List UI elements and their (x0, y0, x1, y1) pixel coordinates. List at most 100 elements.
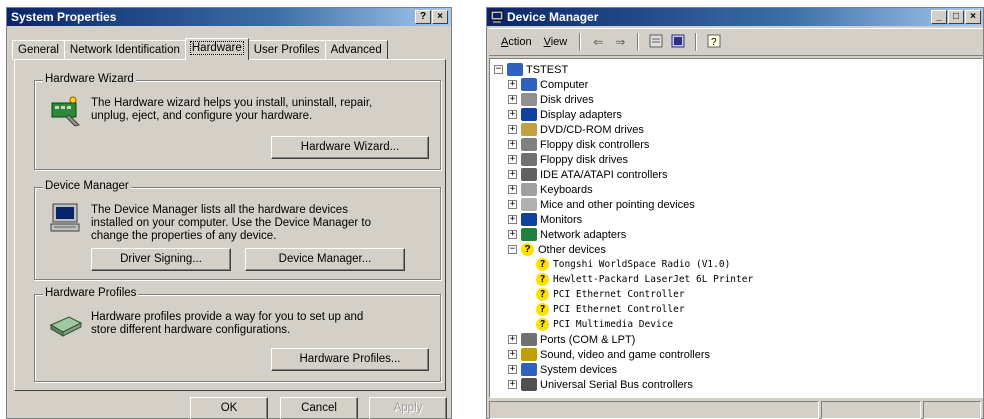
svg-text:?: ? (711, 37, 717, 48)
expand-icon[interactable]: + (508, 155, 517, 164)
tree-child-label: Tongshi WorldSpace Radio (V1.0) (553, 259, 731, 270)
system-properties-titlebar[interactable]: System Properties ? × (7, 8, 451, 26)
tree-item-sound[interactable]: + Sound, video and game controllers (508, 347, 753, 362)
expand-icon[interactable]: + (508, 110, 517, 119)
expand-icon[interactable]: + (508, 230, 517, 239)
tree-item-usb[interactable]: + Universal Serial Bus controllers (508, 377, 753, 392)
tree-item-computer[interactable]: + Computer (508, 77, 753, 92)
expand-icon[interactable]: + (508, 185, 517, 194)
properties-icon[interactable] (648, 34, 664, 50)
tab-advanced[interactable]: Advanced (324, 40, 388, 60)
expand-icon[interactable]: + (508, 170, 517, 179)
computer-icon (521, 78, 537, 91)
maximize-button[interactable]: □ (948, 10, 964, 24)
tree-item-network-adapters[interactable]: + Network adapters (508, 227, 753, 242)
expand-icon[interactable]: + (508, 380, 517, 389)
expand-icon[interactable]: + (508, 335, 517, 344)
expand-icon[interactable]: + (508, 200, 517, 209)
tab-network-identification[interactable]: Network Identification (63, 40, 186, 60)
tree-item-keyboards[interactable]: + Keyboards (508, 182, 753, 197)
expand-icon[interactable]: + (508, 80, 517, 89)
tree-item-display-adapters[interactable]: + Display adapters (508, 107, 753, 122)
tree-item-dvd-cd-rom[interactable]: + DVD/CD-ROM drives (508, 122, 753, 137)
tree-child-device[interactable]: ? PCI Multimedia Device (536, 317, 753, 332)
device-manager-group-title: Device Manager (43, 180, 131, 192)
tree-categories: + Computer + Disk drives + Display adapters… (494, 77, 753, 392)
tree-child-device[interactable]: ? PCI Ethernet Controller (536, 302, 753, 317)
toolbar-separator (579, 33, 582, 51)
hardware-profiles-button[interactable]: Hardware Profiles... (271, 348, 429, 371)
expand-icon[interactable]: + (508, 95, 517, 104)
tree-item-label: Mice and other pointing devices (540, 198, 695, 211)
ide-controller-icon (521, 168, 537, 181)
minimize-button[interactable]: _ (931, 10, 947, 24)
floppy-controller-icon (521, 138, 537, 151)
mouse-icon (521, 198, 537, 211)
floppy-drive-icon (521, 153, 537, 166)
tree-item-label: Ports (COM & LPT) (540, 333, 636, 346)
apply-button-label: Apply (393, 402, 423, 414)
tree-item-floppy-controllers[interactable]: + Floppy disk controllers (508, 137, 753, 152)
ok-button[interactable]: OK (190, 397, 268, 419)
menu-action[interactable]: Action (495, 36, 538, 48)
tree-item-label: DVD/CD-ROM drives (540, 123, 644, 136)
menu-view[interactable]: View (538, 36, 574, 48)
port-icon (521, 333, 537, 346)
unknown-device-icon: ? (536, 288, 549, 301)
tree-child-device[interactable]: ? Hewlett-Packard LaserJet 6L Printer (536, 272, 753, 287)
help-button[interactable]: ? (415, 10, 431, 24)
computer-icon (507, 63, 523, 76)
forward-icon[interactable]: ⇒ (612, 34, 628, 50)
tab-general[interactable]: General (12, 40, 65, 60)
expand-icon[interactable]: + (508, 140, 517, 149)
tree-child-device[interactable]: ? PCI Ethernet Controller (536, 287, 753, 302)
hardware-wizard-group: Hardware Wizard The Hardware wizard help… (34, 73, 441, 170)
expand-icon[interactable]: + (508, 215, 517, 224)
other-devices-children: ? Tongshi WorldSpace Radio (V1.0) ? Hewlet… (508, 257, 753, 332)
tree-item-label: System devices (540, 363, 618, 376)
device-manager-app-icon (490, 10, 504, 29)
device-manager-titlebar[interactable]: Device Manager _ □ × (487, 8, 983, 26)
tree-item-ide-controllers[interactable]: + IDE ATA/ATAPI controllers (508, 167, 753, 182)
tree-item-label: Other devices (538, 243, 606, 256)
unknown-device-icon: ? (521, 243, 534, 256)
tab-hardware[interactable]: Hardware (184, 38, 249, 60)
expand-icon[interactable]: + (508, 125, 517, 134)
scan-icon[interactable] (670, 34, 686, 50)
collapse-icon[interactable]: − (508, 245, 517, 254)
collapse-icon[interactable]: − (494, 65, 503, 74)
tree-item-mice[interactable]: + Mice and other pointing devices (508, 197, 753, 212)
tree-item-label: Monitors (540, 213, 583, 226)
hardware-wizard-text: The Hardware wizard helps you install, u… (91, 97, 373, 122)
tree-item-label: Disk drives (540, 93, 594, 106)
tree-item-disk-drives[interactable]: + Disk drives (508, 92, 753, 107)
unknown-device-icon: ? (536, 303, 549, 316)
tree-item-system-devices[interactable]: + System devices (508, 362, 753, 377)
tree-child-device[interactable]: ? Tongshi WorldSpace Radio (V1.0) (536, 257, 753, 272)
driver-signing-button-label: Driver Signing... (120, 253, 202, 265)
tree-item-monitors[interactable]: + Monitors (508, 212, 753, 227)
hardware-wizard-button[interactable]: Hardware Wizard... (271, 136, 429, 159)
expand-icon[interactable]: + (508, 365, 517, 374)
tree-item-label: Network adapters (540, 228, 627, 241)
close-button[interactable]: × (432, 10, 448, 24)
display-adapter-icon (521, 108, 537, 121)
tree-item-floppy-drives[interactable]: + Floppy disk drives (508, 152, 753, 167)
device-manager-text: The Device Manager lists all the hardwar… (91, 204, 371, 242)
driver-signing-button[interactable]: Driver Signing... (91, 248, 231, 271)
tree-item-label: Universal Serial Bus controllers (540, 378, 693, 391)
network-adapter-icon (521, 228, 537, 241)
tree-item-other-devices[interactable]: −? Other devices (508, 242, 753, 257)
dm-close-button[interactable]: × (965, 10, 981, 24)
tree-root[interactable]: − TSTEST (494, 62, 753, 77)
apply-button[interactable]: Apply (369, 397, 447, 419)
cancel-button[interactable]: Cancel (280, 397, 358, 419)
tab-user-profiles[interactable]: User Profiles (247, 40, 326, 60)
tree-root-label: TSTEST (526, 63, 569, 76)
tree-item-ports[interactable]: + Ports (COM & LPT) (508, 332, 753, 347)
device-tree-pane: − TSTEST + Computer + Disk drives + Display… (489, 58, 983, 398)
help-icon[interactable]: ? (706, 34, 722, 50)
expand-icon[interactable]: + (508, 350, 517, 359)
back-icon[interactable]: ⇐ (590, 34, 606, 50)
device-manager-button[interactable]: Device Manager... (245, 248, 405, 271)
